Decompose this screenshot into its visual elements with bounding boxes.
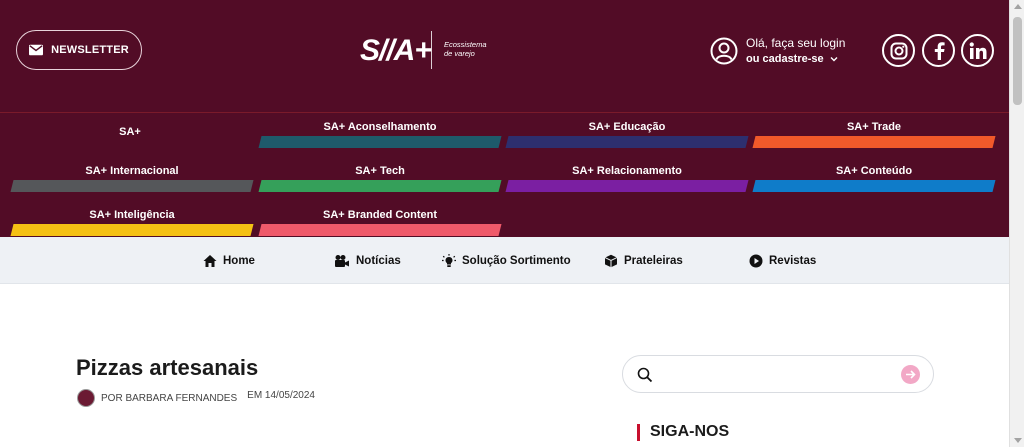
arrow-right-icon bbox=[906, 370, 916, 379]
video-camera-icon bbox=[335, 254, 349, 267]
category-relacionamento[interactable]: SA+ Relacionamento bbox=[505, 157, 749, 197]
category-label: SA+ Aconselhamento bbox=[323, 121, 437, 133]
category-label: SA+ Internacional bbox=[85, 165, 179, 177]
nav-home[interactable]: Home bbox=[203, 237, 255, 284]
search-input[interactable] bbox=[663, 364, 893, 386]
category-color-bar bbox=[258, 180, 502, 192]
nav-prateleiras-label: Prateleiras bbox=[624, 254, 683, 267]
category-color-bar bbox=[258, 136, 502, 148]
search-box bbox=[622, 355, 934, 393]
box-icon bbox=[604, 254, 618, 267]
nav-prateleiras[interactable]: Prateleiras bbox=[604, 237, 683, 284]
envelope-icon bbox=[29, 44, 44, 56]
instagram-icon bbox=[890, 42, 907, 59]
scroll-up-arrow[interactable] bbox=[1014, 4, 1022, 9]
category-color-bar bbox=[505, 180, 749, 192]
newsletter-label: NEWSLETTER bbox=[51, 44, 129, 56]
category-color-bar bbox=[752, 136, 996, 148]
category-tech[interactable]: SA+ Tech bbox=[258, 157, 502, 197]
logo-divider bbox=[431, 31, 432, 69]
nav-solucao-label: Solução Sortimento bbox=[462, 254, 571, 267]
category-sa-plus[interactable]: SA+ bbox=[10, 118, 250, 158]
nav-revistas[interactable]: Revistas bbox=[749, 237, 816, 284]
site-logo[interactable]: S//A+ Ecossistema de varejo bbox=[360, 30, 510, 70]
category-label: SA+ Trade bbox=[846, 121, 902, 133]
category-trade[interactable]: SA+ Trade bbox=[752, 113, 996, 153]
chevron-down-icon bbox=[830, 56, 838, 61]
article-byline: POR BARBARA FERNANDES EM 14/05/2024 bbox=[77, 389, 315, 407]
category-label: SA+ Relacionamento bbox=[572, 165, 682, 177]
category-inteligencia[interactable]: SA+ Inteligência bbox=[10, 201, 254, 241]
category-educacao[interactable]: SA+ Educação bbox=[505, 113, 749, 153]
instagram-link[interactable] bbox=[882, 34, 915, 67]
follow-us-label: SIGA-NOS bbox=[650, 423, 730, 440]
user-icon bbox=[710, 37, 738, 65]
search-icon bbox=[637, 367, 653, 383]
category-color-bar bbox=[10, 180, 254, 192]
category-label: SA+ Conteúdo bbox=[835, 165, 913, 177]
article-date: EM 14/05/2024 bbox=[247, 389, 315, 401]
logo-tagline-line1: Ecossistema bbox=[444, 40, 487, 49]
follow-us-heading: SIGA-NOS bbox=[637, 423, 729, 441]
scroll-down-arrow[interactable] bbox=[1014, 438, 1022, 443]
heading-accent bbox=[637, 423, 640, 441]
home-icon bbox=[203, 254, 217, 267]
category-menu: SA+ SA+ Aconselhamento SA+ Educação SA+ … bbox=[0, 112, 1009, 237]
category-color-bar bbox=[258, 224, 502, 236]
category-conteudo[interactable]: SA+ Conteúdo bbox=[752, 157, 996, 197]
article-author[interactable]: POR BARBARA FERNANDES bbox=[101, 393, 237, 404]
logo-mark: S//A+ bbox=[360, 34, 432, 67]
main-nav: Home Notícias Solução Sortimento Pratele… bbox=[0, 237, 1009, 284]
nav-revistas-label: Revistas bbox=[769, 254, 817, 267]
site-header: NEWSLETTER S//A+ Ecossistema de varejo O… bbox=[0, 0, 1009, 112]
logo-tagline-line2: de varejo bbox=[444, 49, 475, 58]
linkedin-icon bbox=[969, 42, 986, 59]
nav-home-label: Home bbox=[223, 254, 255, 267]
facebook-link[interactable] bbox=[922, 34, 955, 67]
login-link[interactable]: Olá, faça seu login ou cadastre-se bbox=[710, 32, 845, 70]
author-avatar[interactable] bbox=[77, 389, 95, 407]
register-label: ou cadastre-se bbox=[746, 52, 824, 65]
play-circle-icon bbox=[749, 254, 763, 267]
category-aconselhamento[interactable]: SA+ Aconselhamento bbox=[258, 113, 502, 153]
nav-noticias-label: Notícias bbox=[356, 254, 401, 267]
logo-tagline: Ecossistema de varejo bbox=[444, 40, 487, 58]
category-color-bar bbox=[10, 224, 254, 236]
lightbulb-icon bbox=[442, 253, 456, 267]
login-greeting: Olá, faça seu login bbox=[746, 35, 846, 50]
search-submit-button[interactable] bbox=[901, 365, 920, 384]
article-title: Pizzas artesanais bbox=[76, 355, 259, 380]
page-scrollbar[interactable] bbox=[1009, 0, 1024, 447]
category-color-bar bbox=[752, 180, 996, 192]
nav-noticias[interactable]: Notícias bbox=[334, 237, 401, 284]
category-label: SA+ Inteligência bbox=[89, 209, 175, 221]
category-branded-content[interactable]: SA+ Branded Content bbox=[258, 201, 502, 241]
category-label: SA+ bbox=[119, 126, 141, 138]
facebook-icon bbox=[934, 41, 945, 60]
category-color-bar bbox=[505, 136, 749, 148]
scrollbar-thumb[interactable] bbox=[1013, 17, 1022, 105]
nav-solucao-sortimento[interactable]: Solução Sortimento bbox=[442, 237, 571, 284]
category-label: SA+ Educação bbox=[588, 121, 666, 133]
category-label: SA+ Tech bbox=[355, 165, 405, 177]
category-label: SA+ Branded Content bbox=[323, 209, 437, 221]
newsletter-button[interactable]: NEWSLETTER bbox=[16, 30, 142, 70]
category-internacional[interactable]: SA+ Internacional bbox=[10, 157, 254, 197]
linkedin-link[interactable] bbox=[961, 34, 994, 67]
